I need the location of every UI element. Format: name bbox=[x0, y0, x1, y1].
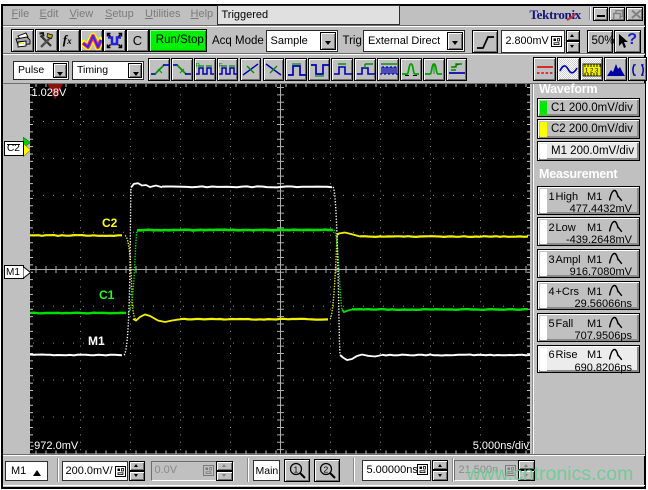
svg-text:2: 2 bbox=[323, 464, 328, 474]
svg-text:1 2 3: 1 2 3 bbox=[585, 68, 599, 74]
svg-text:1: 1 bbox=[294, 464, 299, 474]
